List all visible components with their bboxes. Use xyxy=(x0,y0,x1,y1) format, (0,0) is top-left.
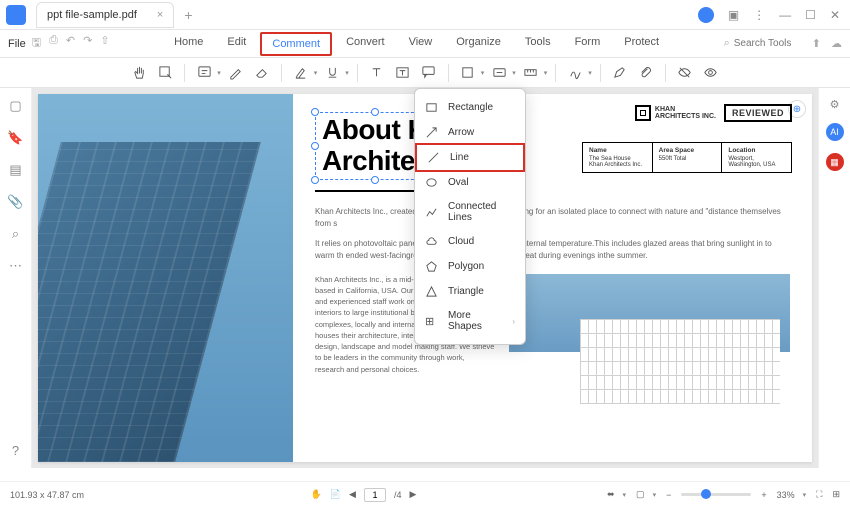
company-logo: KHANARCHITECTS INC. xyxy=(635,105,716,121)
highlight-tool-icon[interactable] xyxy=(290,62,312,84)
close-window-button[interactable]: ✕ xyxy=(830,8,840,22)
tab-convert[interactable]: Convert xyxy=(336,32,395,56)
layers-icon[interactable]: ▤ xyxy=(9,162,21,178)
app-badge-icon[interactable]: ▦ xyxy=(826,153,844,171)
measure-tool-icon[interactable] xyxy=(520,62,542,84)
shape-more[interactable]: ⊞More Shapes› xyxy=(415,304,525,338)
shape-connected-lines[interactable]: Connected Lines xyxy=(415,195,525,229)
next-page-icon[interactable]: ▶ xyxy=(409,489,416,500)
tab-view[interactable]: View xyxy=(399,32,443,56)
zoom-value: 33% xyxy=(777,490,795,500)
grid-view-icon[interactable]: ⊞ xyxy=(832,489,840,500)
callout-tool-icon[interactable] xyxy=(418,62,440,84)
hand-tool-icon[interactable] xyxy=(128,62,150,84)
zoom-slider[interactable] xyxy=(681,493,751,496)
tab-title: ppt file-sample.pdf xyxy=(47,9,137,21)
page-dimensions: 101.93 x 47.87 cm xyxy=(10,490,120,500)
attachments-icon[interactable]: 📎 xyxy=(7,194,23,210)
shape-triangle[interactable]: Triangle xyxy=(415,279,525,304)
shape-line[interactable]: Line xyxy=(415,143,525,172)
more-panel-icon[interactable]: ⋯ xyxy=(9,258,22,274)
shape-rectangle[interactable]: Rectangle xyxy=(415,95,525,120)
zoom-out-icon[interactable]: − xyxy=(666,490,671,500)
shapes-dropdown: Rectangle Arrow Line Oval Connected Line… xyxy=(414,88,526,345)
share-icon[interactable]: ⇧ xyxy=(100,34,109,53)
add-tab-button[interactable]: + xyxy=(184,7,192,23)
select-tool-icon[interactable] xyxy=(154,62,176,84)
undo-icon[interactable]: ↶ xyxy=(66,34,75,53)
sign-tool-icon[interactable] xyxy=(564,62,586,84)
fullscreen-icon[interactable]: ⛶ xyxy=(816,489,822,500)
search-tools-input[interactable] xyxy=(734,38,804,49)
text-tool-icon[interactable] xyxy=(366,62,388,84)
reviewed-badge: REVIEWED xyxy=(724,104,792,122)
print-icon[interactable]: ⎙ xyxy=(49,34,58,53)
file-menu[interactable]: File xyxy=(8,38,26,50)
read-mode-icon[interactable]: 📄 xyxy=(330,489,341,500)
prev-page-icon[interactable]: ◀ xyxy=(349,489,356,500)
page-total: /4 xyxy=(394,490,402,500)
help-icon[interactable]: ? xyxy=(12,443,19,458)
maximize-button[interactable]: ☐ xyxy=(805,8,816,22)
note-tool-icon[interactable] xyxy=(193,62,215,84)
shape-tool-icon[interactable] xyxy=(457,62,479,84)
textbox-tool-icon[interactable] xyxy=(392,62,414,84)
app-icon xyxy=(6,5,26,25)
properties-icon[interactable]: ⚙ xyxy=(830,98,840,111)
tab-form[interactable]: Form xyxy=(565,32,611,56)
hero-image xyxy=(38,94,293,462)
redo-icon[interactable]: ↷ xyxy=(83,34,92,53)
ai-badge-icon[interactable]: AI xyxy=(826,123,844,141)
eraser-tool-icon[interactable] xyxy=(251,62,273,84)
body-paragraphs: Khan Architects Inc., created thi ashing… xyxy=(315,206,790,262)
shape-oval[interactable]: Oval xyxy=(415,170,525,195)
shape-cloud[interactable]: Cloud xyxy=(415,229,525,254)
fit-page-icon[interactable]: ▢ xyxy=(636,489,645,500)
pencil-tool-icon[interactable] xyxy=(225,62,247,84)
thumbnails-icon[interactable]: ▢ xyxy=(9,98,21,114)
page-number-input[interactable] xyxy=(364,488,386,502)
zoom-in-icon[interactable]: + xyxy=(761,490,766,500)
tab-tools[interactable]: Tools xyxy=(515,32,561,56)
cloud-icon[interactable]: ☁ xyxy=(831,37,842,50)
search-icon: ⌕ xyxy=(724,37,730,50)
cloud-upload-icon[interactable]: ⬆ xyxy=(812,37,821,50)
stamp-tool-icon[interactable] xyxy=(488,62,510,84)
secondary-image xyxy=(509,274,790,404)
tab-protect[interactable]: Protect xyxy=(614,32,669,56)
window-icon[interactable]: ▣ xyxy=(728,8,739,22)
underline-tool-icon[interactable] xyxy=(321,62,343,84)
fit-width-icon[interactable]: ⬌ xyxy=(607,489,615,500)
shape-arrow[interactable]: Arrow xyxy=(415,120,525,145)
search-panel-icon[interactable]: ⌕ xyxy=(12,226,19,242)
attachment-tool-icon[interactable] xyxy=(635,62,657,84)
tab-edit[interactable]: Edit xyxy=(217,32,256,56)
hide-tool-icon[interactable] xyxy=(674,62,696,84)
show-tool-icon[interactable] xyxy=(700,62,722,84)
info-table: NameThe Sea House Khan Architects Inc. A… xyxy=(582,142,792,173)
document-tab[interactable]: ppt file-sample.pdf × xyxy=(36,2,174,28)
shape-polygon[interactable]: Polygon xyxy=(415,254,525,279)
tab-home[interactable]: Home xyxy=(164,32,213,56)
close-tab-icon[interactable]: × xyxy=(157,9,163,21)
heading-divider xyxy=(315,190,425,192)
tab-comment[interactable]: Comment xyxy=(260,32,332,56)
chevron-right-icon: › xyxy=(512,317,515,326)
save-icon[interactable]: 🖫 xyxy=(32,34,41,53)
pen-sign-icon[interactable] xyxy=(609,62,631,84)
minimize-button[interactable]: — xyxy=(779,8,791,22)
tab-organize[interactable]: Organize xyxy=(446,32,511,56)
kebab-menu-icon[interactable]: ⋮ xyxy=(753,8,765,22)
user-avatar-icon[interactable] xyxy=(698,7,714,23)
pan-mode-icon[interactable]: ✋ xyxy=(311,489,322,500)
bookmarks-icon[interactable]: 🔖 xyxy=(7,130,23,146)
